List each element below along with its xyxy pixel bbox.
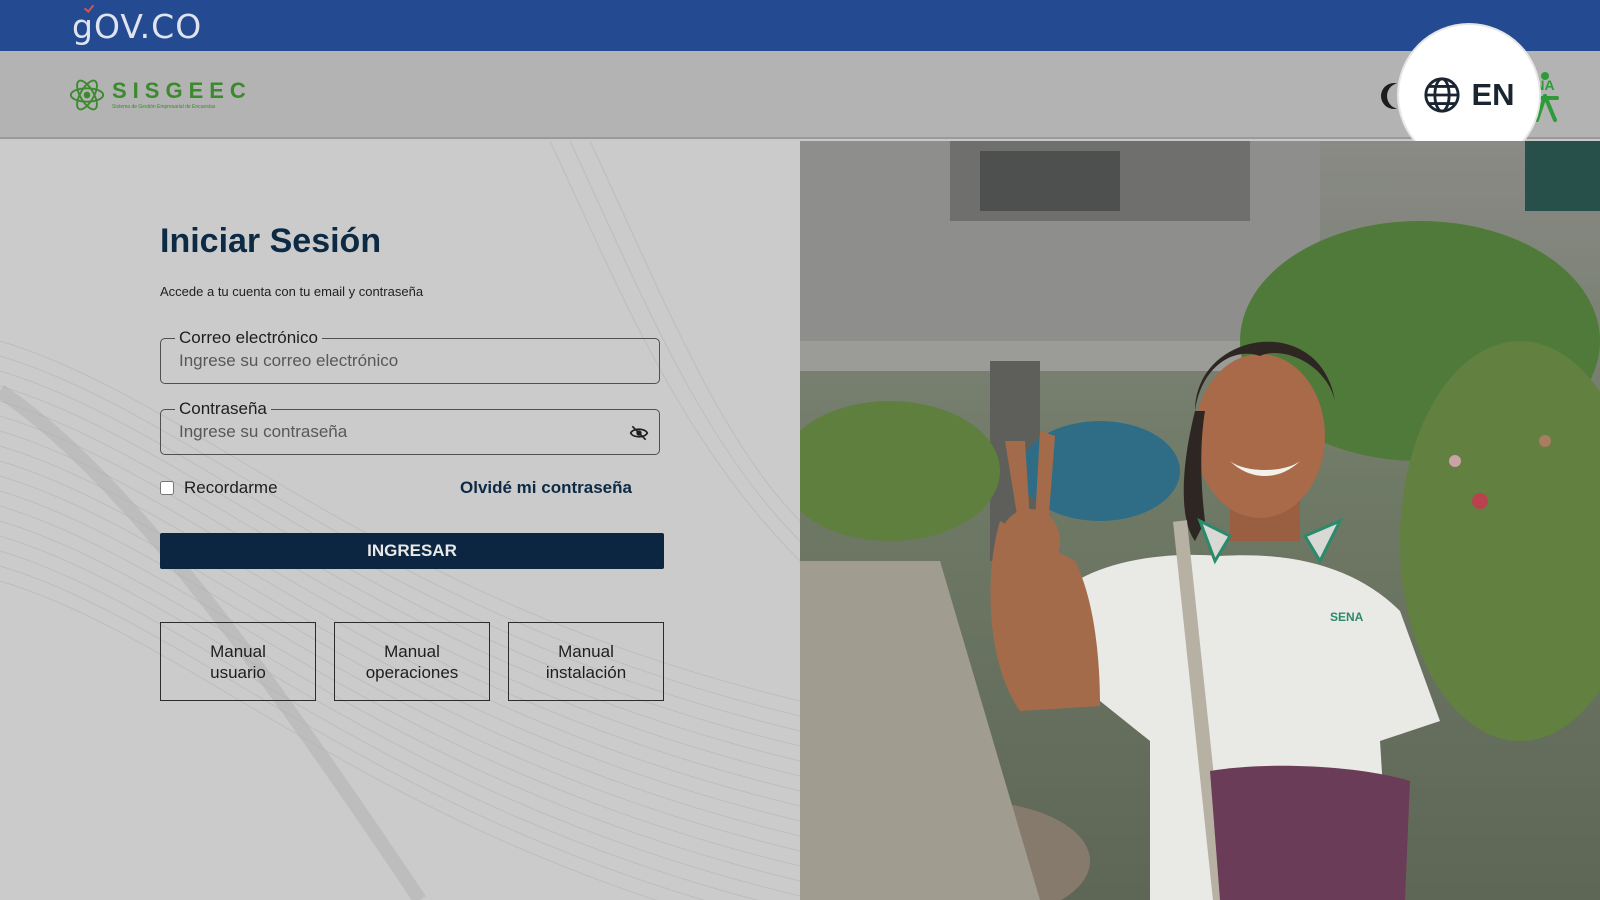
gov-co-logo-g: g: [72, 1, 95, 46]
manual-operaciones-button[interactable]: Manual operaciones: [334, 622, 490, 701]
brand-logo[interactable]: SISGEEC Sistema de Gestión Empresarial d…: [68, 73, 252, 117]
remember-checkbox[interactable]: [160, 481, 174, 495]
password-label: Contraseña: [175, 399, 271, 419]
email-label: Correo electrónico: [175, 328, 322, 348]
password-field: Contraseña: [160, 399, 660, 455]
eye-off-icon[interactable]: [629, 423, 649, 443]
globe-icon: [1424, 77, 1461, 113]
remember-me[interactable]: Recordarme: [160, 478, 278, 498]
remember-label: Recordarme: [184, 478, 278, 497]
hero-photo-illustration: SENA: [800, 141, 1600, 900]
manual-label: Manual: [558, 641, 614, 661]
language-label: EN: [1471, 77, 1515, 112]
manual-label: Manual: [210, 641, 266, 661]
atom-icon: [69, 79, 105, 111]
page-title: Iniciar Sesión: [160, 222, 382, 260]
login-button[interactable]: INGRESAR: [160, 533, 664, 569]
manual-label: operaciones: [365, 662, 459, 682]
manual-label: Manual: [384, 641, 440, 661]
email-field: Correo electrónico: [160, 328, 660, 384]
manual-label: usuario: [210, 662, 266, 682]
app-header: SISGEEC Sistema de Gestión Empresarial d…: [0, 51, 1600, 139]
wave-background: [0, 141, 800, 900]
svg-text:SENA: SENA: [1330, 610, 1364, 624]
gov-co-logo-text: OV.CO: [93, 6, 203, 46]
password-input[interactable]: [179, 422, 619, 442]
brand-name: SISGEEC: [112, 78, 252, 103]
manual-instalacion-button[interactable]: Manual instalación: [508, 622, 664, 701]
brand-subtitle: Sistema de Gestión Empresarial de Encues…: [112, 104, 216, 110]
gov-co-bar: g OV.CO: [0, 0, 1600, 51]
email-input[interactable]: [179, 351, 619, 371]
forgot-password-link[interactable]: Olvidé mi contraseña: [460, 478, 632, 498]
login-panel: Iniciar Sesión Accede a tu cuenta con tu…: [0, 141, 800, 900]
manual-label: instalación: [545, 662, 627, 682]
manual-usuario-button[interactable]: Manual usuario: [160, 622, 316, 701]
page-subtitle: Accede a tu cuenta con tu email y contra…: [160, 284, 424, 299]
hero-photo: SENA: [800, 141, 1600, 900]
gov-co-logo[interactable]: g OV.CO: [72, 1, 203, 46]
